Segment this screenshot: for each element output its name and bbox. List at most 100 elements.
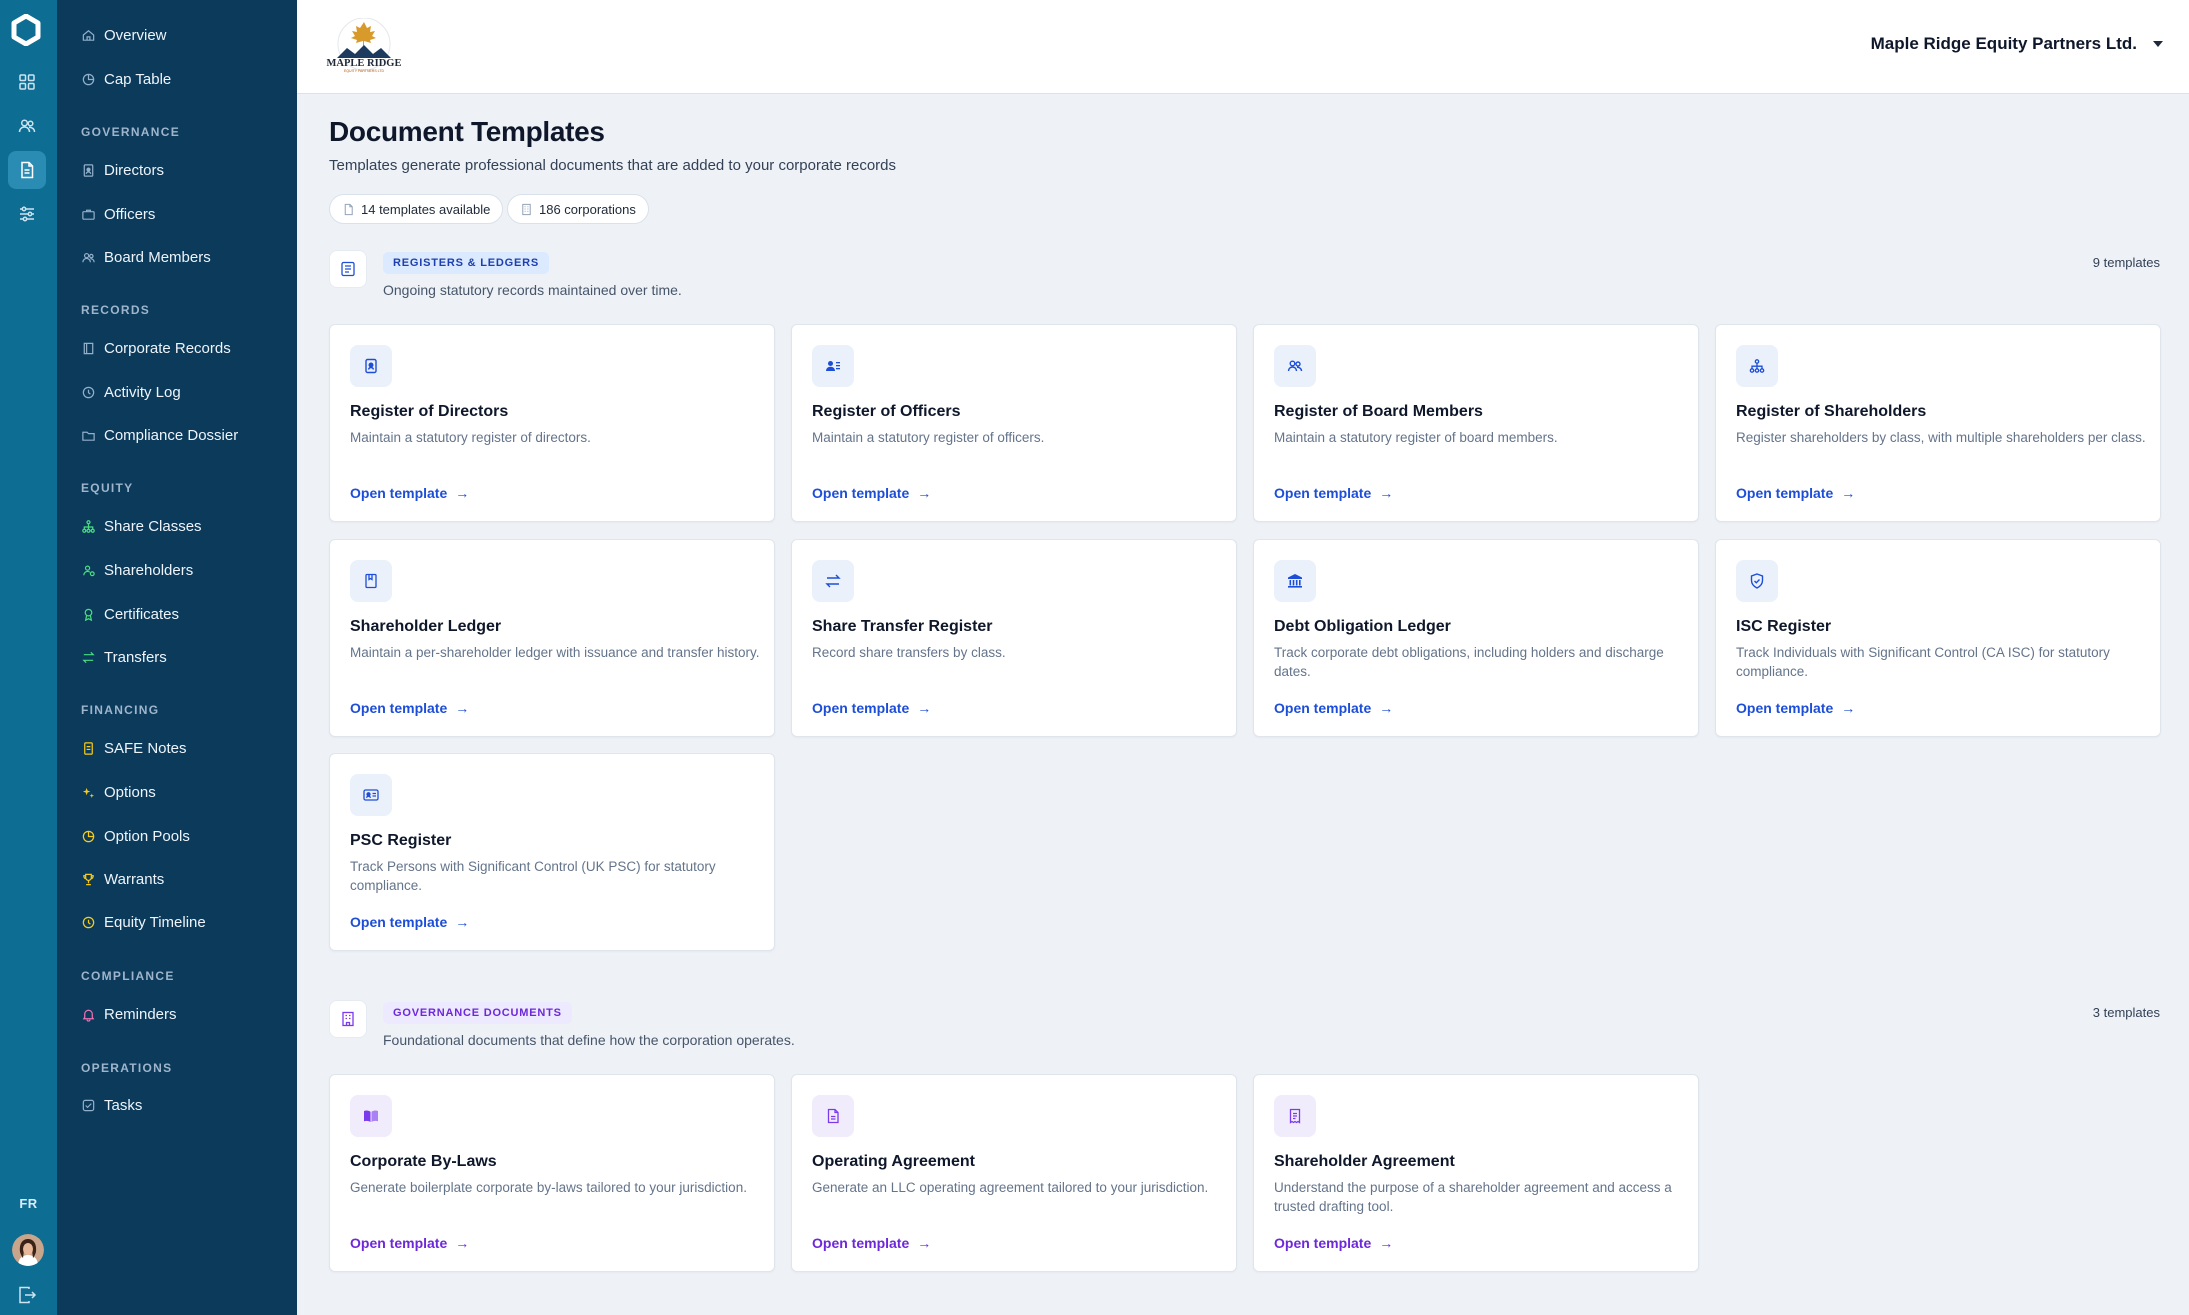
avatar[interactable] xyxy=(12,1234,44,1266)
nav-item-options[interactable]: Options xyxy=(81,778,156,806)
card-title: Shareholder Ledger xyxy=(350,618,502,635)
nav-item-label: Tasks xyxy=(104,1096,143,1114)
nav-item-activity-log[interactable]: Activity Log xyxy=(81,378,181,406)
nav-item-cap-table[interactable]: Cap Table xyxy=(81,65,171,93)
page-subtitle: Templates generate professional document… xyxy=(329,157,896,174)
open-template-link[interactable]: Open template → xyxy=(350,485,469,501)
card-title: Register of Shareholders xyxy=(1736,403,1927,420)
organization-switcher[interactable]: Maple Ridge Equity Partners Ltd. xyxy=(1871,34,2163,54)
top-header: MAPLE RIDGE EQUITY PARTNERS LTD Maple Ri… xyxy=(297,0,2189,94)
nav-item-board-members[interactable]: Board Members xyxy=(81,243,211,271)
ledger-icon xyxy=(350,560,392,602)
arrow-right-icon: → xyxy=(917,700,932,716)
nav-item-label: Share Classes xyxy=(104,517,202,535)
card-description: Generate boilerplate corporate by-laws t… xyxy=(350,1180,747,1195)
nav-item-directors[interactable]: Directors xyxy=(81,156,164,184)
nav-item-option-pools[interactable]: Option Pools xyxy=(81,822,190,850)
templates-count-chip: 14 templates available xyxy=(329,194,504,224)
open-template-link[interactable]: Open template → xyxy=(350,1235,469,1251)
template-card-shareholder-ledger[interactable]: Shareholder Ledger Maintain a per-shareh… xyxy=(329,539,775,737)
open-template-link[interactable]: Open template → xyxy=(1274,1235,1393,1251)
template-card-register-of-directors[interactable]: Register of Directors Maintain a statuto… xyxy=(329,324,775,522)
nav-item-transfers[interactable]: Transfers xyxy=(81,643,167,671)
link-label: Open template xyxy=(1274,1235,1372,1251)
chevron-down-icon xyxy=(2153,41,2163,47)
template-card-register-of-shareholders[interactable]: Register of Shareholders Register shareh… xyxy=(1715,324,2161,522)
nav-item-officers[interactable]: Officers xyxy=(81,200,155,228)
template-card-register-of-board-members[interactable]: Register of Board Members Maintain a sta… xyxy=(1253,324,1699,522)
nav-item-compliance-dossier[interactable]: Compliance Dossier xyxy=(81,421,238,449)
card-title: Corporate By-Laws xyxy=(350,1153,497,1170)
template-card-corporate-by-laws[interactable]: Corporate By-Laws Generate boilerplate c… xyxy=(329,1074,775,1272)
link-label: Open template xyxy=(350,485,448,501)
rail-dashboard-button[interactable] xyxy=(8,63,46,101)
folder-icon xyxy=(82,431,95,441)
template-card-share-transfer-register[interactable]: Share Transfer Register Record share tra… xyxy=(791,539,1237,737)
nav-item-certificates[interactable]: Certificates xyxy=(81,600,179,628)
checkbox-icon xyxy=(82,1099,95,1111)
templates-count-text: 14 templates available xyxy=(361,201,491,217)
open-template-link[interactable]: Open template → xyxy=(812,1235,931,1251)
arrow-right-icon: → xyxy=(455,1235,470,1251)
nav-item-label: Warrants xyxy=(104,870,165,888)
pie-chart-icon xyxy=(82,830,95,842)
rail-people-button[interactable] xyxy=(8,107,46,145)
nav-item-warrants[interactable]: Warrants xyxy=(81,865,164,893)
nav-item-shareholders[interactable]: Shareholders xyxy=(81,556,193,584)
card-description: Maintain a statutory register of officer… xyxy=(812,430,1045,445)
template-card-operating-agreement[interactable]: Operating Agreement Generate an LLC oper… xyxy=(791,1074,1237,1272)
logo-text: MAPLE RIDGE xyxy=(327,58,402,69)
logo-subtext: EQUITY PARTNERS LTD xyxy=(344,69,384,73)
sliders-icon xyxy=(20,206,34,222)
arrow-right-icon: → xyxy=(455,700,470,716)
icon-rail: FR xyxy=(0,0,57,1315)
template-card-debt-obligation-ledger[interactable]: Debt Obligation Ledger Track corporate d… xyxy=(1253,539,1699,737)
open-template-link[interactable]: Open template → xyxy=(812,700,931,716)
nav-item-label: Corporate Records xyxy=(104,339,231,357)
template-card-register-of-officers[interactable]: Register of Officers Maintain a statutor… xyxy=(791,324,1237,522)
nav-item-overview[interactable]: Overview xyxy=(81,21,167,49)
document-icon xyxy=(21,161,34,179)
nav-item-label: Reminders xyxy=(104,1005,177,1023)
nav-item-safe-notes[interactable]: SAFE Notes xyxy=(81,734,187,762)
nav-item-label: Options xyxy=(104,783,156,801)
open-template-link[interactable]: Open template → xyxy=(350,914,469,930)
arrow-right-icon: → xyxy=(1841,700,1856,716)
arrow-right-icon: → xyxy=(455,914,470,930)
open-template-link[interactable]: Open template → xyxy=(1274,485,1393,501)
nav-item-reminders[interactable]: Reminders xyxy=(81,1000,177,1028)
nav-item-equity-timeline[interactable]: Equity Timeline xyxy=(81,908,206,936)
nav-item-label: Compliance Dossier xyxy=(104,426,239,444)
clock-icon xyxy=(82,916,95,928)
nav-item-tasks[interactable]: Tasks xyxy=(81,1091,142,1119)
template-card-shareholder-agreement[interactable]: Shareholder Agreement Understand the pur… xyxy=(1253,1074,1699,1272)
nav-item-label: Directors xyxy=(104,161,165,179)
open-template-link[interactable]: Open template → xyxy=(1736,485,1855,501)
open-template-link[interactable]: Open template → xyxy=(812,485,931,501)
card-description: Understand the purpose of a shareholder … xyxy=(1274,1180,1672,1214)
organization-name: Maple Ridge Equity Partners Ltd. xyxy=(1870,34,2137,53)
link-label: Open template xyxy=(812,700,910,716)
nav-item-corporate-records[interactable]: Corporate Records xyxy=(81,334,231,362)
open-template-link[interactable]: Open template → xyxy=(1274,700,1393,716)
building-icon xyxy=(342,1011,354,1027)
arrow-right-icon: → xyxy=(1379,1235,1394,1251)
rail-documents-button[interactable] xyxy=(8,151,46,189)
trophy-icon xyxy=(83,873,94,885)
arrow-right-icon: → xyxy=(455,485,470,501)
card-title: Debt Obligation Ledger xyxy=(1274,618,1451,635)
logout-icon[interactable] xyxy=(16,1284,38,1306)
template-card-psc-register[interactable]: PSC Register Track Persons with Signific… xyxy=(329,753,775,951)
app-logo-icon[interactable] xyxy=(11,14,41,46)
card-description: Maintain a per-shareholder ledger with i… xyxy=(350,645,760,660)
nav-item-label: Board Members xyxy=(104,248,211,266)
rail-settings-button[interactable] xyxy=(8,195,46,233)
arrow-right-icon: → xyxy=(1379,700,1394,716)
nav-item-label: Transfers xyxy=(104,648,167,666)
language-toggle[interactable]: FR xyxy=(0,1196,57,1211)
template-card-isc-register[interactable]: ISC Register Track Individuals with Sign… xyxy=(1715,539,2161,737)
link-label: Open template xyxy=(1274,485,1372,501)
nav-item-share-classes[interactable]: Share Classes xyxy=(81,512,202,540)
open-template-link[interactable]: Open template → xyxy=(350,700,469,716)
open-template-link[interactable]: Open template → xyxy=(1736,700,1855,716)
